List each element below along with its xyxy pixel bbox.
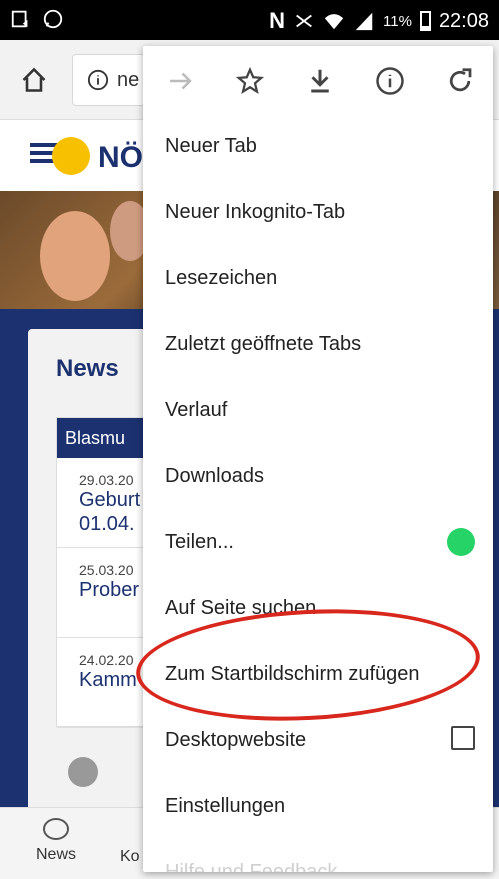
menu-item-bookmarks[interactable]: Lesezeichen (165, 258, 475, 298)
status-bar: N 11% 22:08 (0, 0, 499, 40)
whatsapp-icon (447, 528, 475, 556)
battery-percent: 11% (383, 12, 412, 30)
photo-person (40, 211, 110, 301)
menu-item-label: Teilen... (165, 531, 234, 553)
menu-item-label: Hilfe und Feedback (165, 861, 338, 872)
clock: 22:08 (438, 9, 489, 32)
bottom-nav-label: Ko (120, 848, 140, 865)
site-logo-text: NÖ (98, 141, 143, 174)
menu-item-label: Neuer Tab (165, 135, 257, 157)
menu-item-label: Lesezeichen (165, 267, 278, 289)
forward-icon[interactable] (165, 66, 195, 96)
whatsapp-status-icon (43, 9, 63, 29)
menu-item-label: Verlauf (165, 399, 228, 421)
info-icon (87, 69, 109, 91)
url-text: ne (117, 68, 140, 91)
nfc-icon: N (269, 8, 286, 33)
menu-item-new-tab[interactable]: Neuer Tab (165, 126, 475, 166)
news-heading: News (56, 355, 119, 382)
menu-item-share[interactable]: Teilen... (165, 522, 475, 562)
download-icon[interactable] (305, 66, 335, 96)
browser-overflow-menu: Neuer Tab Neuer Inkognito-Tab Lesezeiche… (143, 46, 493, 872)
battery-icon (419, 11, 431, 31)
chat-bubble-icon (43, 818, 69, 840)
pencil-icon[interactable] (68, 757, 98, 787)
menu-item-settings[interactable]: Einstellungen (165, 786, 475, 826)
bottom-nav-news[interactable]: News (36, 818, 76, 864)
menu-item-help[interactable]: Hilfe und Feedback (165, 852, 475, 872)
notification-icon (11, 10, 28, 28)
menu-item-downloads[interactable]: Downloads (165, 456, 475, 496)
wifi-icon (324, 14, 344, 30)
menu-item-label: Neuer Inkognito-Tab (165, 201, 346, 223)
desktop-site-checkbox[interactable] (451, 726, 475, 750)
menu-item-incognito-tab[interactable]: Neuer Inkognito-Tab (165, 192, 475, 232)
bottom-nav-label: News (36, 846, 77, 863)
mute-icon (296, 14, 312, 28)
bookmark-star-icon[interactable] (235, 66, 265, 96)
menu-icon-row (143, 46, 493, 116)
menu-item-recent-tabs[interactable]: Zuletzt geöffnete Tabs (165, 324, 475, 364)
menu-item-label: Desktopwebsite (165, 729, 307, 751)
logo-sun-icon (52, 137, 90, 175)
signal-icon (355, 12, 373, 31)
menu-item-label: Downloads (165, 465, 264, 487)
menu-item-history[interactable]: Verlauf (165, 390, 475, 430)
bottom-nav-ko[interactable]: Ko (120, 848, 140, 866)
menu-item-label: Einstellungen (165, 795, 286, 817)
menu-item-desktop-site[interactable]: Desktopwebsite (165, 720, 475, 760)
reload-icon[interactable] (445, 66, 475, 96)
page-info-icon[interactable] (375, 66, 405, 96)
menu-item-label: Zuletzt geöffnete Tabs (165, 333, 362, 355)
home-icon[interactable] (20, 66, 48, 94)
